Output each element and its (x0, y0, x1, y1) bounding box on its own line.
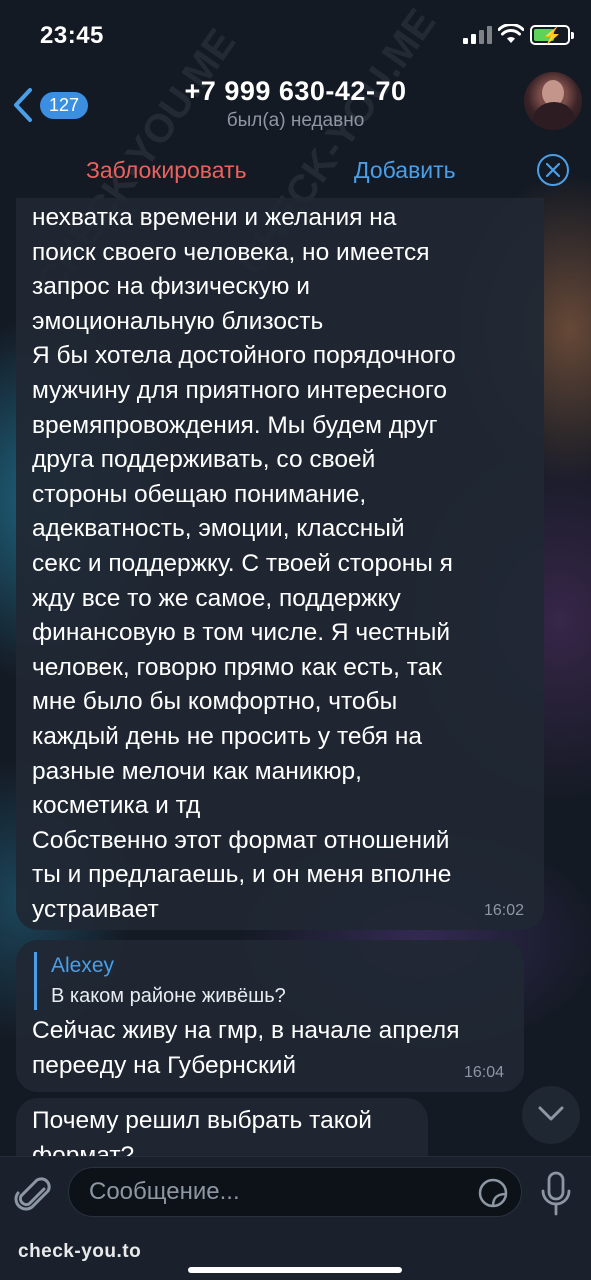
reply-quote[interactable]: Alexey В каком районе живёшь? (34, 952, 286, 1010)
chevron-down-icon (538, 1106, 564, 1121)
reply-text: В каком районе живёшь? (51, 985, 286, 1007)
contact-status: был(а) недавно (226, 110, 365, 131)
contact-action-bar: Заблокировать Добавить (0, 146, 591, 198)
scroll-to-bottom-button[interactable] (522, 1086, 580, 1144)
message-input-bar: check-you.to (0, 1156, 591, 1280)
message-list[interactable]: нехватка времени и желания на поиск свое… (0, 198, 591, 1156)
reply-author: Alexey (51, 954, 115, 977)
status-bar: 23:45 ⚡ (0, 0, 591, 70)
message-text: нехватка времени и желания на поиск свое… (32, 204, 456, 923)
wifi-icon (498, 24, 524, 43)
message-bubble-incoming[interactable]: Alexey В каком районе живёшь? Сейчас жив… (16, 940, 524, 1092)
home-indicator[interactable] (188, 1267, 402, 1273)
message-text: Сейчас живу на гмр, в начале апреля пере… (32, 1017, 460, 1079)
message-time: 16:04 (463, 1064, 504, 1081)
contact-phone[interactable]: +7 999 630-42-70 (0, 76, 591, 107)
message-bubble-incoming[interactable]: нехватка времени и желания на поиск свое… (16, 198, 544, 930)
close-circle-icon (546, 163, 560, 177)
message-time: 16:02 (483, 902, 524, 919)
watermark-text: check-you.to (18, 1241, 142, 1262)
status-time: 23:45 (40, 22, 104, 49)
avatar[interactable] (524, 72, 582, 130)
message-bubble-incoming[interactable]: Почему решил выбрать такой формат? (16, 1098, 428, 1156)
battery-icon: ⚡ (530, 25, 574, 45)
block-button[interactable]: Заблокировать (86, 157, 247, 184)
signal-icon (463, 26, 493, 44)
message-text: Почему решил выбрать такой формат? (32, 1107, 372, 1156)
add-contact-button[interactable]: Добавить (354, 157, 456, 184)
message-field-wrapper (68, 1167, 522, 1217)
microphone-icon[interactable] (540, 1171, 572, 1217)
message-input[interactable] (89, 1168, 469, 1216)
close-action-bar-button[interactable] (537, 154, 569, 186)
chat-header: 127 +7 999 630-42-70 был(а) недавно (0, 66, 591, 146)
paperclip-icon[interactable] (14, 1173, 54, 1217)
sticker-icon[interactable] (477, 1177, 509, 1209)
